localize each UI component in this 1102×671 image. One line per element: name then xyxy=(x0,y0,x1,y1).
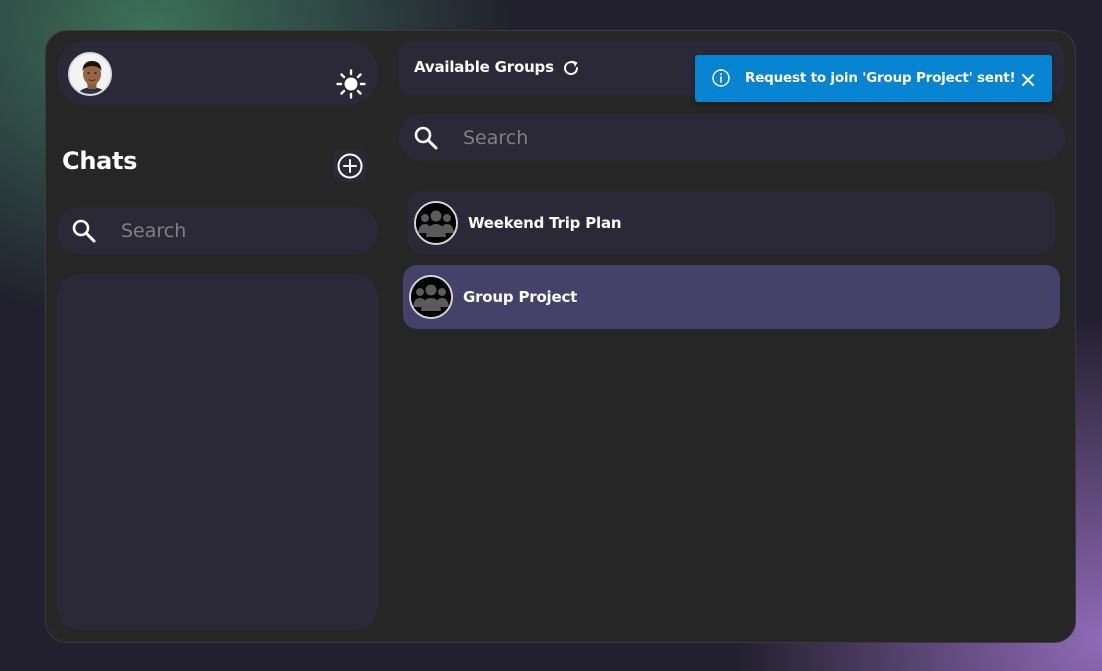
chats-title: Chats xyxy=(62,147,138,175)
group-name: Weekend Trip Plan xyxy=(468,214,622,232)
group-icon xyxy=(414,201,458,245)
info-icon xyxy=(712,69,730,87)
group-item-weekend-trip-plan[interactable]: Weekend Trip Plan xyxy=(408,191,1055,254)
chat-list xyxy=(57,274,378,630)
search-icon xyxy=(413,125,439,151)
plus-circle-icon[interactable] xyxy=(334,150,366,182)
sidebar-search xyxy=(57,207,378,254)
group-item-group-project[interactable]: Group Project xyxy=(403,265,1060,329)
refresh-icon[interactable] xyxy=(561,58,581,78)
app-window: Chats Available Groups xyxy=(45,30,1076,643)
groups-title: Available Groups xyxy=(414,58,554,76)
toast-message: Request to join 'Group Project' sent! xyxy=(745,70,1016,86)
group-name: Group Project xyxy=(463,288,578,306)
profile-bar xyxy=(57,41,378,105)
search-icon xyxy=(71,218,97,244)
sidebar-search-input[interactable] xyxy=(119,217,363,245)
user-avatar[interactable] xyxy=(68,52,112,96)
toast-notification: Request to join 'Group Project' sent! xyxy=(695,55,1052,102)
groups-search-input[interactable] xyxy=(461,124,1045,152)
close-icon[interactable] xyxy=(1021,72,1035,86)
groups-search xyxy=(399,114,1065,161)
sun-icon[interactable] xyxy=(336,69,366,99)
group-icon xyxy=(409,275,453,319)
